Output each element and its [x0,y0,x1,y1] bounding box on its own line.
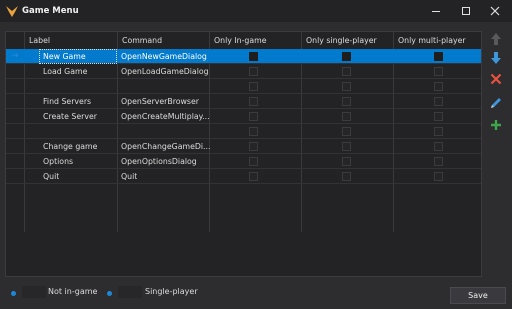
only-singleplayer-checkbox[interactable] [342,67,351,76]
column-header-command[interactable]: Command [122,36,162,45]
table-row[interactable]: Quit Quit [6,169,481,184]
singleplayer-indicator-icon [107,291,112,296]
table-row[interactable]: Change game OpenChangeGameDi... [6,139,481,154]
only-multiplayer-checkbox[interactable] [434,157,443,166]
only-ingame-checkbox[interactable] [249,127,258,136]
only-ingame-checkbox[interactable] [249,67,258,76]
only-singleplayer-checkbox[interactable] [342,157,351,166]
only-multiplayer-checkbox[interactable] [434,82,443,91]
row-command[interactable]: OpenChangeGameDi... [121,142,211,151]
not-ingame-indicator-icon [11,291,16,296]
row-command[interactable]: OpenOptionsDialog [121,157,197,166]
row-command[interactable]: OpenServerBrowser [121,97,199,106]
move-up-button[interactable] [488,31,504,47]
window-title: Game Menu [22,6,79,16]
only-multiplayer-checkbox[interactable] [434,127,443,136]
add-button[interactable] [488,117,504,133]
only-multiplayer-checkbox[interactable] [434,52,443,61]
row-label[interactable]: Change game [43,142,97,151]
only-singleplayer-checkbox[interactable] [342,142,351,151]
only-ingame-checkbox[interactable] [249,142,258,151]
edit-button[interactable] [488,95,504,111]
table-row[interactable]: Load Game OpenLoadGameDialog [6,64,481,79]
only-multiplayer-checkbox[interactable] [434,67,443,76]
table-row[interactable]: → New Game OpenNewGameDialog [6,49,481,64]
table-row[interactable] [6,79,481,94]
delete-button[interactable] [488,71,504,87]
singleplayer-swatch [118,286,142,298]
only-multiplayer-checkbox[interactable] [434,142,443,151]
only-multiplayer-checkbox[interactable] [434,97,443,106]
save-button[interactable]: Save [450,287,506,304]
close-button[interactable] [487,3,503,19]
row-label[interactable]: Options [43,157,73,166]
grid-header: Label Command Only In-game Only single-p… [6,32,481,50]
move-down-button[interactable] [488,50,504,66]
table-row[interactable]: Options OpenOptionsDialog [6,154,481,169]
row-command[interactable]: OpenCreateMultiplay... [121,112,210,121]
only-singleplayer-checkbox[interactable] [342,52,351,61]
only-singleplayer-checkbox[interactable] [342,172,351,181]
table-row[interactable]: Find Servers OpenServerBrowser [6,94,481,109]
row-label[interactable]: Create Server [43,112,97,121]
only-ingame-checkbox[interactable] [249,157,258,166]
only-singleplayer-checkbox[interactable] [342,97,351,106]
minimize-button[interactable] [428,3,444,19]
app-logo-icon [6,5,18,17]
only-ingame-checkbox[interactable] [249,97,258,106]
only-ingame-checkbox[interactable] [249,82,258,91]
only-ingame-checkbox[interactable] [249,172,258,181]
row-label[interactable]: Load Game [43,67,87,76]
table-row[interactable]: Create Server OpenCreateMultiplay... [6,109,481,124]
only-multiplayer-checkbox[interactable] [434,172,443,181]
row-pointer-icon: → [11,51,19,61]
legend-not-ingame: Not in-game [48,287,98,296]
not-ingame-swatch [22,286,46,298]
row-command[interactable]: Quit [121,172,137,181]
title-bar: Game Menu [0,0,512,22]
menu-grid: Label Command Only In-game Only single-p… [5,31,482,277]
row-command[interactable]: OpenLoadGameDialog [121,67,209,76]
row-command[interactable]: OpenNewGameDialog [121,52,207,61]
only-ingame-checkbox[interactable] [249,112,258,121]
row-label[interactable]: Quit [43,172,59,181]
legend-singleplayer: Single-player [145,287,198,296]
column-header-only-singleplayer[interactable]: Only single-player [306,36,377,45]
only-multiplayer-checkbox[interactable] [434,112,443,121]
only-singleplayer-checkbox[interactable] [342,82,351,91]
row-label[interactable]: Find Servers [43,97,91,106]
only-singleplayer-checkbox[interactable] [342,127,351,136]
column-header-label[interactable]: Label [29,36,50,45]
only-ingame-checkbox[interactable] [249,52,258,61]
row-label[interactable]: New Game [43,52,86,61]
table-row[interactable] [6,124,481,139]
only-singleplayer-checkbox[interactable] [342,112,351,121]
column-header-only-multiplayer[interactable]: Only multi-player [398,36,466,45]
maximize-button[interactable] [458,3,474,19]
column-header-only-ingame[interactable]: Only In-game [214,36,267,45]
